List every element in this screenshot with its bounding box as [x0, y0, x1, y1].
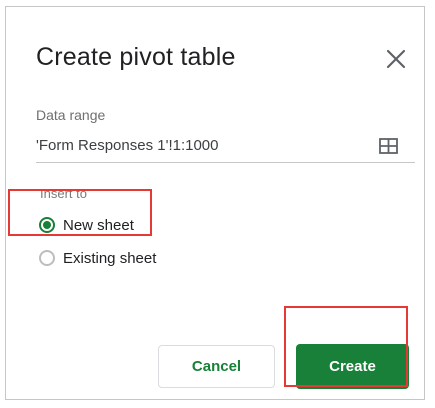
- data-range-underline: [36, 162, 415, 163]
- data-range-input[interactable]: 'Form Responses 1'!1:1000: [36, 137, 219, 154]
- data-range-label: Data range: [36, 107, 106, 123]
- insert-to-label: Insert to: [40, 186, 87, 201]
- radio-checked-icon[interactable]: [39, 217, 55, 233]
- cancel-button[interactable]: Cancel: [158, 345, 275, 388]
- new-sheet-label: New sheet: [63, 216, 134, 234]
- grid-select-icon[interactable]: [379, 138, 398, 154]
- create-pivot-dialog: Create pivot table Data range 'Form Resp…: [5, 6, 425, 400]
- close-icon[interactable]: [385, 48, 407, 70]
- radio-unchecked-icon[interactable]: [39, 250, 55, 266]
- dialog-title: Create pivot table: [36, 43, 236, 71]
- create-button[interactable]: Create: [296, 344, 409, 389]
- existing-sheet-option[interactable]: Existing sheet: [39, 247, 156, 269]
- existing-sheet-label: Existing sheet: [63, 249, 157, 267]
- new-sheet-option[interactable]: New sheet: [39, 214, 134, 236]
